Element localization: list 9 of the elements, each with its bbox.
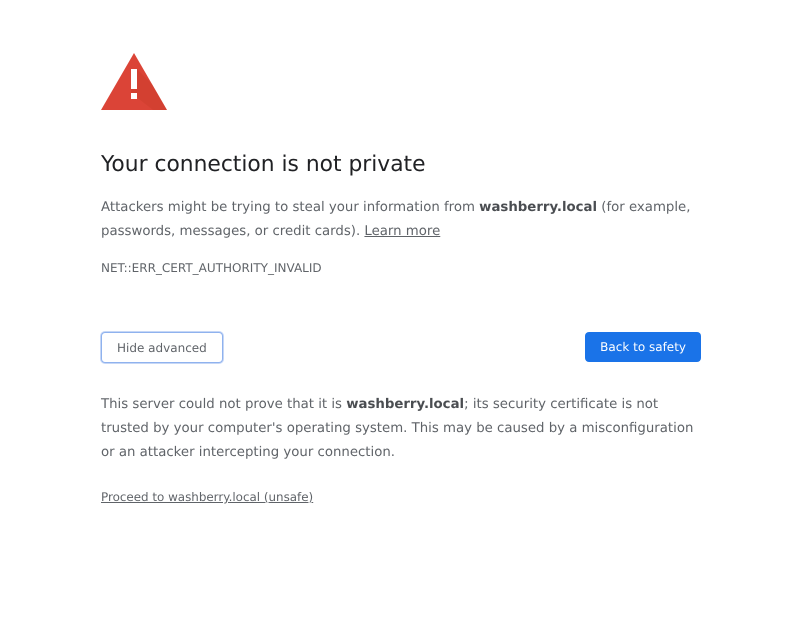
- page-heading: Your connection is not private: [101, 151, 427, 179]
- warning-icon: [101, 53, 167, 110]
- back-to-safety-button[interactable]: Back to safety: [585, 332, 701, 362]
- hide-advanced-button[interactable]: Hide advanced: [101, 332, 223, 363]
- proceed-link[interactable]: Proceed to washberry.local (unsafe): [101, 490, 314, 504]
- error-code: NET::ERR_CERT_AUTHORITY_INVALID: [101, 260, 323, 276]
- warning-message: Attackers might be trying to steal your information from washberry.local (for example, passwords, messages, or credit cards). Learn more: [101, 199, 692, 241]
- details-message: This server could not prove that it is washberry.local; its security certificate is not trusted by your computer's operating system. This may be caused by a misconfiguration or an attacker intercepting your connection.: [101, 396, 694, 462]
- learn-more-link[interactable]: Learn more: [364, 224, 440, 239]
